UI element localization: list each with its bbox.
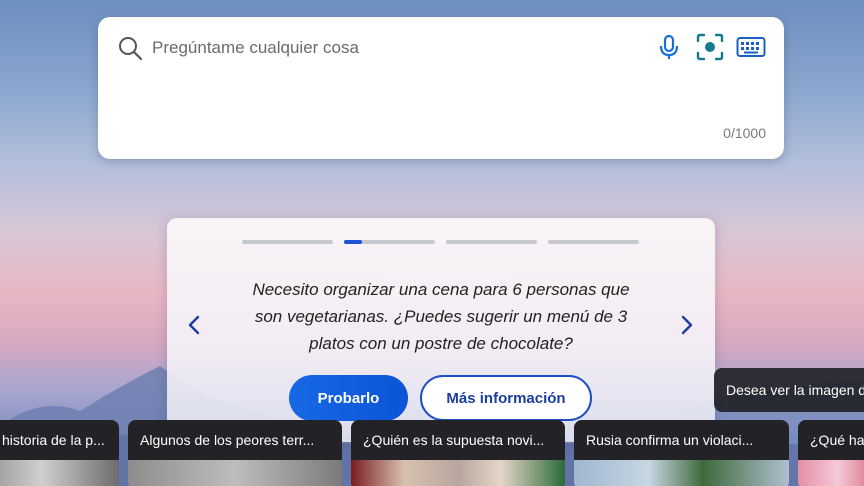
try-it-button[interactable]: Probarlo [289, 375, 408, 421]
news-title: historia de la p... [0, 420, 119, 460]
chevron-left-icon[interactable] [184, 314, 206, 336]
visual-search-icon[interactable] [695, 32, 725, 62]
news-title: ¿Quién es la supuesta novi... [351, 420, 565, 460]
carousel-progress-fill [344, 240, 363, 244]
search-box[interactable]: 0/1000 [98, 17, 784, 159]
news-card[interactable]: ¿Qué ha [798, 420, 864, 486]
carousel-progress-2[interactable] [344, 240, 435, 244]
carousel-progress-3[interactable] [446, 240, 537, 244]
news-thumbnail [574, 460, 789, 486]
news-card[interactable]: Algunos de los peores terr... [128, 420, 342, 486]
news-title: Algunos de los peores terr... [128, 420, 342, 460]
news-thumbnail [351, 460, 565, 486]
microphone-icon[interactable] [654, 32, 684, 62]
suggested-prompt: Necesito organizar una cena para 6 perso… [252, 280, 630, 353]
news-card[interactable]: ¿Quién es la supuesta novi... [351, 420, 565, 486]
character-counter: 0/1000 [723, 125, 766, 141]
chevron-right-icon[interactable] [675, 314, 697, 336]
search-input[interactable] [152, 36, 632, 60]
news-title: ¿Qué ha [798, 420, 864, 460]
image-of-day-link[interactable]: Desea ver la imagen dia [714, 368, 864, 412]
news-thumbnail [0, 460, 119, 486]
carousel-progress-4[interactable] [548, 240, 639, 244]
carousel-progress-1[interactable] [242, 240, 333, 244]
news-thumbnail [128, 460, 342, 486]
news-card[interactable]: historia de la p... [0, 420, 119, 486]
news-card[interactable]: Rusia confirma un violaci... [574, 420, 789, 486]
news-thumbnail [798, 460, 864, 486]
keyboard-icon[interactable] [736, 32, 766, 62]
search-icon [119, 37, 143, 61]
suggestion-carousel: Necesito organizar una cena para 6 perso… [167, 218, 715, 442]
news-title: Rusia confirma un violaci... [574, 420, 789, 460]
more-info-button[interactable]: Más información [420, 375, 592, 421]
